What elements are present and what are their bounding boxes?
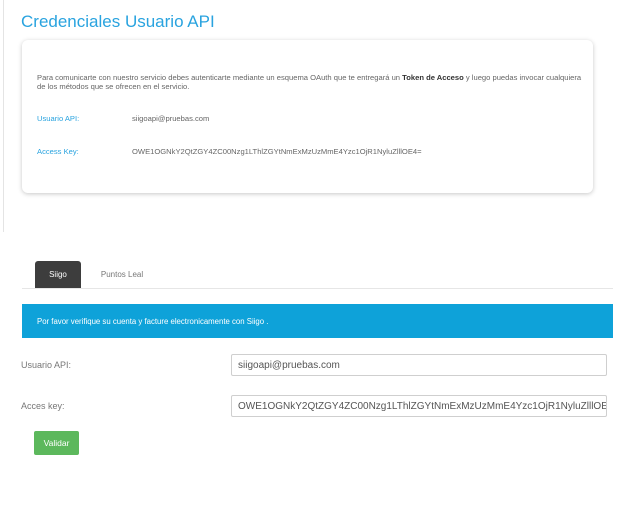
credentials-key-label: Access Key:: [37, 147, 79, 156]
credentials-user-label: Usuario API:: [37, 114, 80, 123]
tab-bar-underline: [22, 288, 613, 289]
info-banner: Por favor verifique su cuenta y facture …: [22, 304, 613, 338]
tab-siigo[interactable]: Siigo: [35, 261, 81, 288]
credentials-card: Para comunicarte con nuestro servicio de…: [22, 40, 593, 193]
left-divider: [3, 0, 4, 232]
credentials-user-value: siigoapi@pruebas.com: [132, 114, 210, 123]
access-key-input[interactable]: OWE1OGNkY2QtZGY4ZC00Nzg1LThlZGYtNmExMzUz…: [231, 395, 607, 417]
page-title: Credenciales Usuario API: [21, 12, 215, 31]
info-banner-text: Por favor verifique su cuenta y facture …: [37, 316, 269, 326]
token-emphasis: Token de Acceso: [402, 73, 464, 82]
credentials-key-value: OWE1OGNkY2QtZGY4ZC00Nzg1LThlZGYtNmExMzUz…: [132, 147, 422, 156]
user-api-input[interactable]: siigoapi@pruebas.com: [231, 354, 607, 376]
form-user-label: Usuario API:: [21, 360, 72, 370]
form-key-label: Acces key:: [21, 401, 65, 411]
credentials-description: Para comunicarte con nuestro servicio de…: [37, 73, 582, 91]
validate-button[interactable]: Validar: [34, 431, 79, 455]
tab-puntos-leal[interactable]: Puntos Leal: [90, 261, 154, 288]
